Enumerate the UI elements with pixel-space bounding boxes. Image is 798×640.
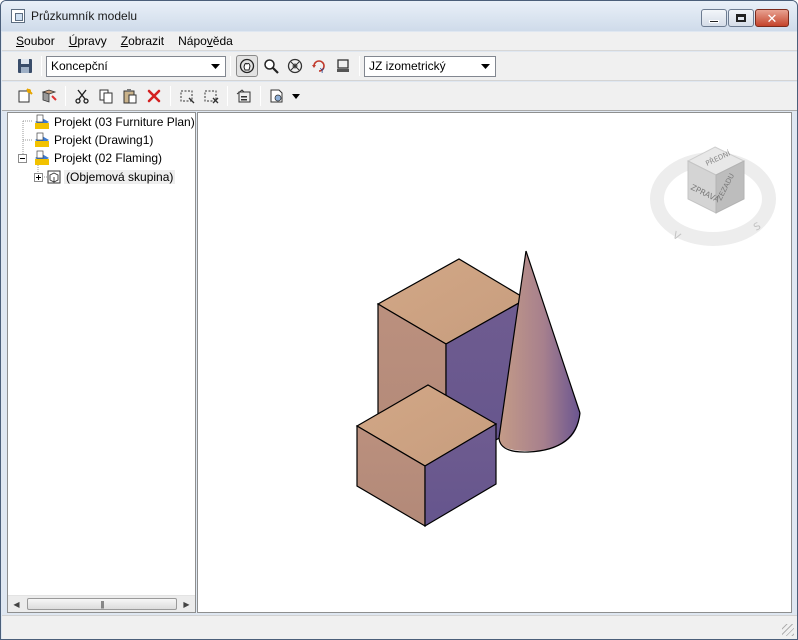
window-title: Průzkumník modelu	[31, 9, 138, 23]
tree-item-label: Projekt (03 Furniture Plan)	[54, 115, 195, 129]
scroll-thumb[interactable]: |||	[27, 598, 177, 610]
maximize-icon	[736, 14, 746, 22]
orbit-icon[interactable]	[284, 55, 306, 77]
tree-item-mass-group[interactable]: (Objemová skupina)	[34, 168, 176, 186]
tree-item-label: (Objemová skupina)	[64, 170, 176, 184]
tree-item-project[interactable]: Projekt (Drawing1)	[33, 131, 153, 149]
chevron-down-icon[interactable]	[290, 85, 302, 107]
add-to-group-icon[interactable]	[176, 85, 198, 107]
maximize-button[interactable]	[728, 9, 754, 27]
menu-zobrazit[interactable]: Zobrazit	[114, 34, 171, 48]
menu-label: Nápo	[178, 34, 207, 48]
cone[interactable]	[498, 250, 581, 453]
delete-icon[interactable]	[143, 85, 165, 107]
save-icon[interactable]	[14, 55, 36, 77]
tree-item-project[interactable]: Projekt (02 Flaming)	[18, 149, 162, 167]
collapse-icon[interactable]	[18, 153, 27, 163]
menu-bar: Soubor Úpravy Zobrazit Nápověda	[2, 32, 797, 51]
scroll-right-icon[interactable]: ▶	[178, 596, 195, 612]
project-icon	[35, 132, 49, 147]
chevron-down-icon[interactable]	[208, 59, 223, 74]
model-canvas[interactable]: PŘEDNÍ ZPRAVA ZEZADU V S	[198, 113, 793, 614]
project-browser[interactable]: Projekt (03 Furniture Plan) Projekt (Dra…	[7, 112, 196, 613]
horizontal-scrollbar[interactable]: ◀ ||| ▶	[8, 595, 195, 612]
close-button[interactable]: ✕	[755, 9, 789, 27]
scroll-left-icon[interactable]: ◀	[8, 596, 25, 612]
zoom-icon[interactable]	[260, 55, 282, 77]
project-tree[interactable]: Projekt (03 Furniture Plan) Projekt (Dra…	[8, 113, 195, 596]
toolbar-separator	[170, 86, 171, 106]
toolbar-separator	[359, 56, 360, 76]
view-preset-combo[interactable]: JZ izometrický	[364, 55, 496, 77]
toolbar-separator	[260, 86, 261, 106]
model-explorer-window: Průzkumník modelu ✕ Soubor Úpravy Zobraz…	[0, 0, 798, 640]
tree-item-label: Projekt (02 Flaming)	[54, 151, 163, 165]
resize-grip-icon[interactable]	[782, 624, 794, 636]
toolbar-separator	[41, 56, 42, 76]
view-options-icon[interactable]	[266, 85, 288, 107]
visual-style-combo[interactable]: Koncepční	[46, 55, 226, 77]
show-dialog-icon[interactable]	[233, 85, 255, 107]
pan-icon[interactable]	[236, 55, 258, 77]
view-preset-value: JZ izometrický	[369, 59, 446, 73]
menu-accel: S	[16, 34, 25, 48]
close-icon: ✕	[766, 10, 778, 26]
viewcube[interactable]: PŘEDNÍ ZPRAVA ZEZADU V S	[650, 146, 776, 246]
menu-soubor[interactable]: Soubor	[2, 34, 62, 48]
chevron-down-icon[interactable]	[478, 59, 493, 74]
visual-style-value: Koncepční	[51, 59, 108, 73]
new-project-icon[interactable]	[14, 85, 36, 107]
minimize-button[interactable]	[701, 9, 727, 27]
new-section-icon[interactable]	[38, 85, 60, 107]
edit-toolbar	[2, 82, 797, 111]
minimize-icon	[709, 19, 719, 23]
title-bar[interactable]: Průzkumník modelu ✕	[1, 1, 797, 31]
menu-accel: Z	[120, 34, 129, 48]
free-orbit-icon[interactable]: Y	[308, 55, 330, 77]
expand-icon[interactable]	[34, 172, 43, 182]
tree-item-label: Projekt (Drawing1)	[54, 133, 154, 147]
project-icon	[35, 150, 49, 165]
menu-label: pravy	[77, 34, 107, 48]
copy-icon[interactable]	[95, 85, 117, 107]
menu-label: obrazit	[128, 34, 165, 48]
svg-text:Y: Y	[319, 67, 325, 74]
project-icon	[35, 114, 49, 129]
toolbar-separator	[230, 56, 231, 76]
menu-upravy[interactable]: Úpravy	[62, 34, 114, 48]
app-icon	[11, 9, 25, 23]
paste-icon[interactable]	[119, 85, 141, 107]
toolbar-separator	[65, 86, 66, 106]
camera-icon[interactable]	[332, 55, 354, 77]
menu-napoveda[interactable]: Nápověda	[171, 34, 240, 48]
cut-icon[interactable]	[71, 85, 93, 107]
caption-buttons: ✕	[700, 9, 789, 27]
view-toolbar: Koncepční Y JZ izometrický	[2, 52, 797, 81]
tree-item-project[interactable]: Projekt (03 Furniture Plan)	[33, 113, 195, 131]
mass-group-icon	[47, 170, 61, 184]
menu-label: ěda	[212, 34, 233, 48]
menu-label: oubor	[24, 34, 55, 48]
remove-from-group-icon[interactable]	[200, 85, 222, 107]
status-bar	[2, 615, 797, 639]
toolbar-separator	[227, 86, 228, 106]
model-viewport[interactable]: PŘEDNÍ ZPRAVA ZEZADU V S	[197, 112, 792, 613]
